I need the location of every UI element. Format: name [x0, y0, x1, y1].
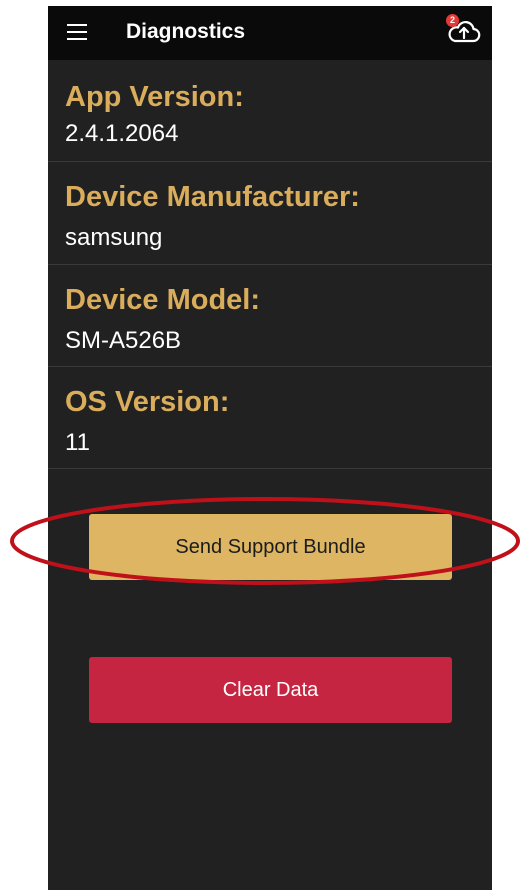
- page-title: Diagnostics: [126, 20, 246, 43]
- app-version-section: App Version: 2.4.1.2064: [48, 60, 492, 162]
- hamburger-menu-icon[interactable]: [67, 24, 87, 40]
- diagnostics-screen: Diagnostics 2 App Version: 2.4.1.2064 De…: [48, 6, 492, 890]
- os-version-label: OS Version:: [65, 386, 230, 418]
- app-version-label: App Version:: [65, 81, 244, 113]
- device-manufacturer-label: Device Manufacturer:: [65, 181, 360, 213]
- clear-data-button[interactable]: Clear Data: [89, 657, 452, 723]
- cloud-upload-button[interactable]: 2: [446, 14, 482, 50]
- os-version-section: OS Version: 11: [48, 367, 492, 469]
- send-support-bundle-button[interactable]: Send Support Bundle: [89, 514, 452, 580]
- device-model-section: Device Model: SM-A526B: [48, 265, 492, 367]
- device-manufacturer-section: Device Manufacturer: samsung: [48, 162, 492, 265]
- app-bar: Diagnostics 2: [48, 6, 492, 60]
- device-model-label: Device Model:: [65, 284, 260, 316]
- device-manufacturer-value: samsung: [65, 224, 163, 251]
- upload-count-badge: 2: [446, 14, 459, 27]
- app-version-value: 2.4.1.2064: [65, 120, 179, 147]
- os-version-value: 11: [65, 429, 90, 456]
- device-model-value: SM-A526B: [65, 327, 182, 354]
